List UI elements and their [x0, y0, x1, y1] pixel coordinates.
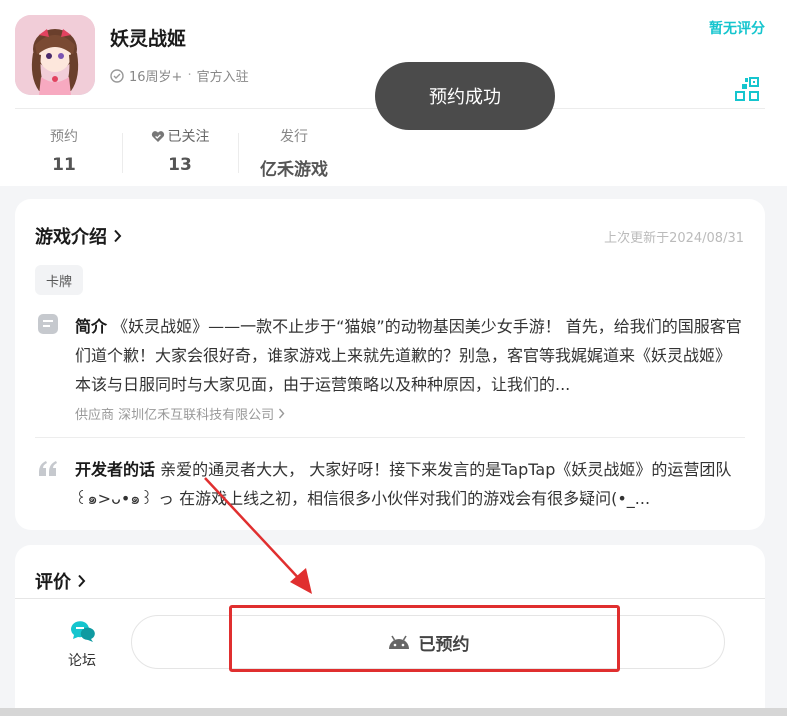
section-divider: [35, 437, 745, 438]
qr-code-icon[interactable]: [733, 75, 761, 103]
meta-separator: ·: [187, 68, 192, 83]
review-title-link[interactable]: 评价: [35, 568, 86, 594]
age-rating: 16周岁+: [129, 70, 183, 85]
followed-label: 已关注: [167, 129, 210, 145]
followed-label-row: 已关注: [142, 126, 218, 146]
chevron-right-icon: [279, 408, 285, 419]
annotation-highlight-box: [229, 605, 620, 672]
window-bottom-edge: [0, 708, 787, 716]
chevron-right-icon: [114, 229, 122, 243]
supplier-text: 供应商 深圳亿禾互联科技有限公司: [75, 408, 275, 423]
publisher-stat[interactable]: 发行 亿禾游戏: [254, 126, 334, 180]
review-title: 评价: [35, 572, 71, 593]
forum-button[interactable]: 论坛: [65, 619, 99, 670]
verified-check-icon: [110, 68, 124, 83]
forum-chat-icon: [70, 621, 95, 642]
summary-text[interactable]: 简介 《妖灵战姬》——一款不止步于“猫娘”的动物基因美少女手游！ 首先，给我们的…: [75, 312, 745, 399]
genre-tag[interactable]: 卡牌: [35, 265, 84, 295]
document-icon: [38, 314, 58, 334]
rating-status: 暂无评分: [709, 21, 765, 37]
reservations-stat: 预约 11: [40, 126, 88, 175]
developer-note[interactable]: 开发者的话 亲爱的通灵者大大， 大家好呀！接下来发言的是TapTap《妖灵战姬》…: [75, 455, 745, 513]
followed-stat[interactable]: 已关注 13: [142, 126, 218, 175]
publisher-name: 亿禾游戏: [260, 160, 328, 180]
intro-title: 游戏介绍: [35, 227, 107, 248]
summary-label: 简介: [75, 317, 108, 336]
game-meta: 16周岁+ · 官方入驻: [110, 66, 249, 85]
developer-note-body: 亲爱的通灵者大大， 大家好呀！接下来发言的是TapTap《妖灵战姬》的运营团队 …: [75, 460, 732, 508]
publisher-label: 发行: [280, 129, 308, 145]
reservations-count: 11: [52, 155, 76, 175]
game-intro-card: 游戏介绍 上次更新于2024/08/31 卡牌 简介 《妖灵战姬》——一款不止步…: [15, 199, 765, 530]
stat-divider: [122, 133, 123, 173]
supplier-link[interactable]: 供应商 深圳亿禾互联科技有限公司: [75, 404, 285, 423]
game-icon[interactable]: [15, 15, 95, 95]
followed-count: 13: [168, 155, 192, 175]
last-updated: 上次更新于2024/08/31: [604, 231, 744, 246]
official-badge: 官方入驻: [196, 70, 249, 85]
chevron-right-icon: [78, 574, 86, 588]
stat-divider: [238, 133, 239, 173]
review-card: 评价: [15, 545, 765, 605]
summary-body: 《妖灵战姬》——一款不止步于“猫娘”的动物基因美少女手游！ 首先，给我们的国服客…: [75, 317, 742, 394]
reservations-label: 预约: [50, 129, 78, 145]
heart-check-icon: [151, 130, 164, 142]
forum-label: 论坛: [68, 653, 96, 669]
game-title: 妖灵战姬: [110, 28, 187, 50]
toast-message: 预约成功: [375, 62, 555, 130]
quote-icon: [39, 461, 57, 476]
developer-note-label: 开发者的话: [75, 460, 156, 479]
intro-title-link[interactable]: 游戏介绍: [35, 223, 122, 249]
